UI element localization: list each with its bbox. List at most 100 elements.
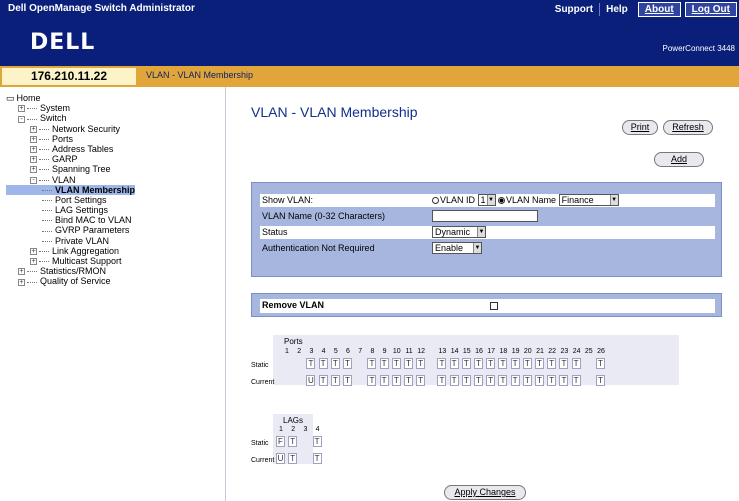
- port-static-cell[interactable]: T: [391, 358, 401, 369]
- port-current-cell[interactable]: U: [306, 375, 316, 386]
- logout-link[interactable]: Log Out: [684, 2, 737, 17]
- tree-item[interactable]: GVRP Parameters: [6, 225, 135, 235]
- vlan-id-select[interactable]: 1 ▼: [477, 194, 496, 206]
- port-current-cell[interactable]: T: [474, 375, 483, 386]
- tree-item[interactable]: - VLAN: [6, 175, 135, 185]
- port-number: 4: [321, 348, 326, 355]
- tree-item[interactable]: Bind MAC to VLAN: [6, 215, 135, 225]
- port-static-cell[interactable]: T: [318, 358, 328, 369]
- expand-icon[interactable]: +: [30, 156, 37, 164]
- expand-icon[interactable]: +: [30, 135, 37, 143]
- port-static-cell[interactable]: T: [559, 358, 569, 369]
- port-current-cell[interactable]: T: [437, 375, 447, 386]
- vlan-name-select[interactable]: Finance ▼: [558, 194, 619, 206]
- port-current-cell[interactable]: T: [571, 375, 581, 386]
- port-current-cell[interactable]: T: [486, 375, 496, 386]
- collapse-icon[interactable]: -: [18, 115, 25, 123]
- port-static-cell[interactable]: T: [522, 358, 532, 369]
- port-current-cell[interactable]: T: [596, 375, 605, 386]
- port-static-cell[interactable]: T: [343, 358, 352, 369]
- lag-current-cell[interactable]: T: [288, 453, 298, 464]
- remove-vlan-checkbox[interactable]: [490, 301, 498, 310]
- apply-changes-button[interactable]: Apply Changes: [444, 485, 526, 500]
- tree-item[interactable]: + Network Security: [6, 124, 135, 134]
- tree-item[interactable]: + Ports: [6, 134, 135, 144]
- vlan-id-radio[interactable]: [432, 197, 439, 205]
- vlan-name-input[interactable]: [432, 210, 538, 222]
- port-current-cell[interactable]: T: [416, 375, 426, 386]
- port-current-cell[interactable]: T: [547, 375, 557, 386]
- help-link[interactable]: Help: [599, 3, 634, 16]
- port-static-cell[interactable]: T: [486, 358, 496, 369]
- port-static-cell[interactable]: T: [498, 358, 508, 369]
- about-link[interactable]: About: [637, 2, 681, 17]
- port-current-cell[interactable]: T: [510, 375, 520, 386]
- tree-item[interactable]: Private VLAN: [6, 236, 135, 246]
- port-current-cell[interactable]: T: [367, 375, 377, 386]
- expand-icon[interactable]: +: [30, 247, 37, 255]
- port-current-cell[interactable]: T: [449, 375, 459, 386]
- tree-item[interactable]: + Address Tables: [6, 144, 135, 154]
- expand-icon[interactable]: +: [30, 258, 37, 266]
- port-current-cell[interactable]: T: [404, 375, 413, 386]
- tree-item[interactable]: + System: [6, 103, 135, 113]
- tree-item[interactable]: - Switch: [6, 113, 135, 123]
- ports-label: Ports: [284, 337, 303, 346]
- lag-current-cell[interactable]: T: [312, 453, 322, 464]
- tree-item[interactable]: + Spanning Tree: [6, 164, 135, 174]
- port-current-cell[interactable]: T: [559, 375, 569, 386]
- port-current-cell[interactable]: T: [535, 375, 544, 386]
- expand-icon[interactable]: +: [30, 125, 37, 133]
- expand-icon[interactable]: +: [18, 278, 25, 286]
- refresh-button[interactable]: Refresh: [663, 120, 713, 135]
- port-current-cell[interactable]: T: [498, 375, 508, 386]
- lag-number: 3: [303, 426, 308, 433]
- port-current-cell[interactable]: T: [330, 375, 340, 386]
- port-static-cell[interactable]: T: [535, 358, 544, 369]
- lag-static-cell[interactable]: T: [312, 436, 322, 447]
- vlan-name-radio[interactable]: [498, 197, 506, 205]
- port-static-cell[interactable]: T: [367, 358, 377, 369]
- tree-item[interactable]: + GARP: [6, 154, 135, 164]
- tree-item[interactable]: + Quality of Service: [6, 276, 135, 286]
- lag-static-cell[interactable]: T: [288, 436, 298, 447]
- port-static-cell[interactable]: T: [437, 358, 447, 369]
- lag-current-cell[interactable]: U: [276, 453, 285, 464]
- tree-item[interactable]: ▭ Home: [6, 93, 135, 103]
- support-link[interactable]: Support: [549, 3, 599, 16]
- port-static-cell[interactable]: T: [404, 358, 413, 369]
- tree-item[interactable]: LAG Settings: [6, 205, 135, 215]
- port-static-cell[interactable]: T: [449, 358, 459, 369]
- port-static-cell[interactable]: T: [547, 358, 557, 369]
- tree-item[interactable]: + Link Aggregation: [6, 246, 135, 256]
- expand-icon[interactable]: +: [18, 268, 25, 276]
- port-current-cell[interactable]: T: [461, 375, 471, 386]
- port-static-cell[interactable]: T: [510, 358, 520, 369]
- port-static-cell[interactable]: T: [330, 358, 340, 369]
- port-static-cell[interactable]: T: [474, 358, 483, 369]
- tree-item[interactable]: + Statistics/RMON: [6, 266, 135, 276]
- port-static-cell[interactable]: T: [379, 358, 389, 369]
- port-current-cell[interactable]: T: [522, 375, 532, 386]
- port-static-cell[interactable]: T: [416, 358, 426, 369]
- status-select[interactable]: Dynamic ▼: [432, 226, 486, 238]
- port-static-cell[interactable]: T: [306, 358, 316, 369]
- port-current-cell[interactable]: T: [318, 375, 328, 386]
- tree-item[interactable]: VLAN Membership: [6, 184, 136, 195]
- lag-static-cell[interactable]: F: [276, 436, 285, 447]
- tree-item[interactable]: Port Settings: [6, 195, 135, 205]
- collapse-icon[interactable]: -: [30, 176, 37, 184]
- port-current-cell[interactable]: T: [343, 375, 352, 386]
- port-static-cell[interactable]: T: [461, 358, 471, 369]
- print-button[interactable]: Print: [622, 120, 658, 135]
- port-static-cell[interactable]: T: [596, 358, 605, 369]
- port-current-cell[interactable]: T: [391, 375, 401, 386]
- expand-icon[interactable]: +: [30, 146, 37, 154]
- auth-select[interactable]: Enable ▼: [432, 242, 482, 254]
- expand-icon[interactable]: +: [18, 105, 25, 113]
- tree-item[interactable]: + Multicast Support: [6, 256, 135, 266]
- expand-icon[interactable]: +: [30, 166, 37, 174]
- add-button[interactable]: Add: [654, 152, 704, 167]
- port-current-cell[interactable]: T: [379, 375, 389, 386]
- port-static-cell[interactable]: T: [571, 358, 581, 369]
